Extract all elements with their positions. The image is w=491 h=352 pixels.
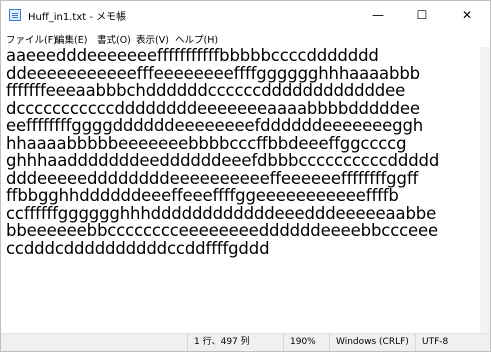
maximize-icon: ☐ [416, 8, 428, 22]
editor-line: fffffffeeeaabbbchddddddccccccddddddddddd… [6, 81, 406, 101]
menu-help[interactable]: ヘルプ(H) [175, 32, 218, 46]
menu-file[interactable]: ファイル(F) [6, 32, 57, 46]
status-bar: 1 行、497 列 190% Windows (CRLF) UTF-8 [1, 333, 490, 351]
editor-line: eeffffffffggggddddddeeeeeeeefddddddeeeee… [6, 116, 424, 136]
maximize-button[interactable]: ☐ [402, 1, 442, 29]
editor-line: ccdddcddddddddddccddffffgddd [6, 239, 270, 259]
editor-line: dcccccccccccddddddddeeeeeeeaaaabbbbddddd… [6, 98, 420, 118]
window-title: Huff_in1.txt - メモ帳 [28, 12, 127, 23]
line-ending: Windows (CRLF) [329, 334, 415, 351]
minimize-icon: — [372, 8, 384, 22]
notepad-window: Huff_in1.txt - メモ帳 — ☐ ✕ ファイル(F) 編集(E) 書… [0, 0, 491, 352]
close-icon: ✕ [461, 8, 473, 22]
editor-line: aaeeedddeeeeeeefffffffffffbbbbbccccddddd… [6, 47, 379, 65]
minimize-button[interactable]: — [358, 1, 398, 29]
menu-edit[interactable]: 編集(E) [55, 32, 87, 46]
menu-format[interactable]: 書式(O) [97, 32, 131, 46]
editor-line: ghhhaadddddddeeddddddeeefdbbbccccccccccd… [6, 151, 440, 171]
editor-line: dddeeeeeddddddddeeeeeeeeeeffeeeeeeffffff… [6, 168, 419, 188]
zoom-level: 190% [283, 334, 329, 351]
editor-line: ccffffffgggggghhhddddddddddddeeedddeeeee… [6, 203, 437, 223]
menu-bar: ファイル(F) 編集(E) 書式(O) 表示(V) ヘルプ(H) [1, 29, 490, 47]
text-editor[interactable]: aaeeedddeeeeeeefffffffffffbbbbbccccddddd… [1, 47, 480, 333]
editor-line: ddeeeeeeeeeeefffeeeeeeeeffffgggggghhhaaa… [6, 63, 420, 83]
notepad-icon [9, 9, 21, 21]
title-bar[interactable]: Huff_in1.txt - メモ帳 — ☐ ✕ [1, 1, 490, 29]
editor-line: hhaaaabbbbbeeeeeeebbbbcccffbbdeeeffggccc… [6, 133, 407, 153]
menu-view[interactable]: 表示(V) [136, 32, 169, 46]
cursor-position: 1 行、497 列 [187, 334, 283, 351]
close-button[interactable]: ✕ [447, 1, 487, 29]
editor-line: ffbbgghhddddddeeeffeeeffffggeeeeeeeeeeef… [6, 186, 399, 206]
editor-line: bbeeeeeebbcccccccceeeeeeeeddddddeeeebbcc… [6, 221, 439, 241]
encoding: UTF-8 [415, 334, 490, 351]
vertical-scrollbar[interactable] [480, 47, 490, 333]
editor-content[interactable]: aaeeedddeeeeeeefffffffffffbbbbbccccddddd… [6, 47, 480, 258]
